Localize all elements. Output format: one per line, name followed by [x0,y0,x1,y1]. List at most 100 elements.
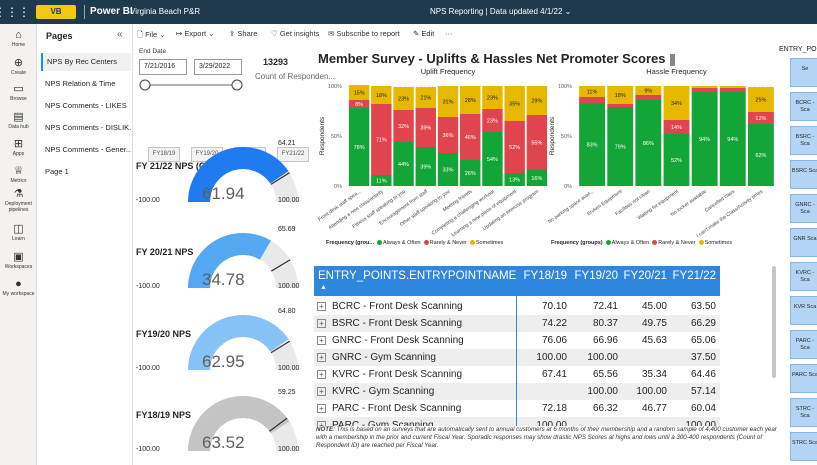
nav-home[interactable]: ⌂ Home [0,29,37,48]
bar-data-label: 12% [755,116,766,122]
table-row[interactable]: + PARC - Gym Scanning 100.00 100.00 [314,417,720,426]
gauge-value: 63.52 [202,433,245,452]
page-tab[interactable]: NPS By Rec Centers [41,53,131,71]
bar-data-label: 86% [643,141,654,147]
nav-datahub[interactable]: ▤ Data hub [0,110,37,130]
nav-book[interactable]: ◫ Learn [0,222,37,242]
table-cell: KVRC - Gym Scanning [332,386,435,397]
date-range-slider[interactable] [139,78,243,92]
slicer-title: ENTRY_PO [779,46,817,53]
column-header[interactable]: FY20/21 [620,270,667,282]
slicer-option[interactable]: BSRC - Sca [790,126,817,155]
table-scrollbar[interactable] [772,266,776,378]
legend-item[interactable]: Sometimes [705,240,733,246]
nav-workspaces[interactable]: ▣ Workspaces [0,250,37,270]
table-cell: 35.34 [641,369,667,380]
y-tick-label: 100% [558,84,572,90]
slicer-option[interactable]: KVR Sca [790,296,817,325]
subscribe-button[interactable]: ✉ Subscribe to report [328,29,400,38]
table-row[interactable]: + GNRC - Gym Scanning 100.00 100.00 37.50 [314,349,720,366]
bar-data-label: 39% [420,165,431,171]
share-button[interactable]: ⇪ Share [229,29,257,38]
legend-item[interactable]: Sometimes [476,240,504,246]
bar-data-label: 36% [442,133,453,139]
page-tab[interactable]: NPS Comments - LIKES [41,97,131,115]
table-cell: 100.00 [536,352,567,363]
table-row[interactable]: + KVRC - Gym Scanning 100.00 100.00 57.14 [314,383,720,400]
slicer-option[interactable]: PARC - Sca [790,330,817,359]
nav-apps[interactable]: ⊞ Apps [0,137,37,157]
nav-plus[interactable]: ⊕ Create [0,56,37,76]
bar-segment-yellow[interactable] [691,86,718,88]
nav-label: Workspaces [4,264,33,270]
bar-data-label: 31% [442,100,453,106]
start-date-input[interactable]: 7/21/2016 [139,59,187,75]
slicer-option[interactable]: KVRC - Sca [790,262,817,291]
expand-icon[interactable]: + [317,387,326,396]
plus-icon: ⊕ [13,57,24,69]
bar-segment-red[interactable] [635,95,662,100]
column-header[interactable]: FY21/22 [669,270,716,282]
table-row[interactable]: + KVRC - Front Desk Scanning 67.41 65.56 35.… [314,366,720,383]
edit-button[interactable]: ✎ Edit [413,29,434,38]
app-name[interactable]: Power BI [90,6,133,17]
slicer-option[interactable]: GNRC - Sca [790,194,817,223]
workspace-name[interactable]: Virginia Beach P&R [130,7,200,16]
nav-rocket[interactable]: ⚗ Deployment pipelines [0,187,37,213]
table-row[interactable]: + BSRC - Front Desk Scanning 74.22 80.37 49.… [314,315,720,332]
expand-icon[interactable]: + [317,319,326,328]
nav-folder[interactable]: ▭ Browse [0,82,37,102]
hassle-legend: Frequency (groups) Always & Often Rarely &… [551,240,732,246]
gauge-min: -100.00 [136,283,160,290]
expand-icon[interactable]: + [317,336,326,345]
expand-icon[interactable]: + [317,404,326,413]
table-row[interactable]: + PARC - Front Desk Scanning 72.18 66.32 46.… [314,400,720,417]
legend-item[interactable]: Always & Often [383,240,421,246]
column-header[interactable]: FY19/20 [571,270,618,282]
table-cell: 66.96 [592,335,618,346]
end-date-input[interactable]: 3/29/2022 [194,59,242,75]
file-menu[interactable]: 🗋 File ⌄ [137,29,166,42]
collapse-icon[interactable]: « [117,29,123,40]
legend-item[interactable]: Always & Often [612,240,650,246]
bar-segment-red[interactable] [691,88,718,92]
slicer-option[interactable]: BCRC - Sca [790,92,817,121]
bar-segment-red[interactable] [579,97,606,103]
app-launcher-icon[interactable]: ⋮⋮⋮ [0,0,30,24]
gauge-value: 34.78 [202,270,245,289]
table-row[interactable]: + GNRC - Front Desk Scanning 76.06 66.96 45.… [314,332,720,349]
bar-segment-red[interactable] [719,88,746,92]
nav-trophy[interactable]: ♕ Metrics [0,164,37,184]
table-cell: 74.22 [541,318,567,329]
gauge-max: 100.00 [278,365,300,372]
more-options-button[interactable]: ··· [445,29,453,38]
slicer-option[interactable]: GNR Sca [790,228,817,257]
expand-icon[interactable]: + [317,302,326,311]
page-tab[interactable]: Page 1 [41,163,131,181]
bar-data-label: 9% [644,89,652,95]
legend-item[interactable]: Rarely & Never [658,240,695,246]
report-header[interactable]: NPS Reporting | Data updated 4/1/22 ⌄ [430,7,571,16]
left-navigation: ⌂ Home ⊕ Create ▭ Browse ▤ Data hub ⊞ Apps ♕ Metric… [0,24,37,465]
slicer-option[interactable]: STRC - Sca [790,398,817,427]
expand-icon[interactable]: + [317,353,326,362]
bar-segment-red[interactable] [607,104,634,107]
slicer-option[interactable]: Se [790,58,817,87]
page-tab[interactable]: NPS Comments - DISLIK... [41,119,131,137]
page-tab[interactable]: NPS Comments - Gener... [41,141,131,159]
expand-icon[interactable]: + [317,370,326,379]
page-tab[interactable]: NPS Relation & Time [41,75,131,93]
slicer-option[interactable]: BSRC Sca [790,160,817,189]
column-header[interactable]: FY18/19 [520,270,567,282]
get-insights-button[interactable]: ♡ Get insights [271,29,319,38]
slicer-option[interactable]: PARC Sca [790,364,817,393]
column-header[interactable]: ENTRY_POINTS.ENTRYPOINTNAME [318,270,518,282]
bar-data-label: 35% [509,102,520,108]
nav-avatar[interactable]: ● My workspace [0,278,37,297]
table-row[interactable]: + BCRC - Front Desk Scanning 70.10 72.41 45.… [314,298,720,315]
legend-item[interactable]: Rarely & Never [430,240,467,246]
bar-segment-yellow[interactable] [719,86,746,88]
export-menu[interactable]: ↦ Export ⌄ [176,29,214,38]
slicer-option[interactable]: STRC Sca [790,432,817,461]
nav-label: Create [10,70,26,76]
